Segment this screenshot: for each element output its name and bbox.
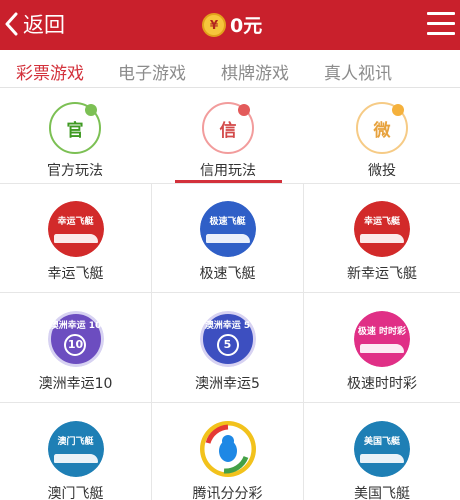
menu-button[interactable] <box>427 12 455 36</box>
game-name: 澳门飞艇 <box>47 486 104 500</box>
tab-electronic[interactable]: 电子游戏 <box>118 59 186 84</box>
tab-chess[interactable]: 棋牌游戏 <box>221 59 289 84</box>
play-mode-icon: 微 <box>356 102 408 154</box>
game-name: 极速飞艇 <box>199 266 256 282</box>
coin-icon: ¥ <box>202 12 226 37</box>
game-row: 澳洲幸运 10 10 澳洲幸运10 澳洲幸运 5 5 澳洲幸运5 极速 时时彩极速时时彩 <box>0 293 460 403</box>
game-tile[interactable]: 幸运飞艇 新幸运飞艇 <box>304 183 460 292</box>
game-tile[interactable]: 澳门飞艇 澳门飞艇 <box>0 403 152 500</box>
game-name: 幸运飞艇 <box>47 266 104 282</box>
play-mode-label: 信用玩法 <box>200 163 256 179</box>
game-name: 澳洲幸运5 <box>195 376 260 392</box>
ball-5-icon: 澳洲幸运 55 <box>199 311 256 367</box>
balance-display: ¥ 0元 <box>202 11 262 38</box>
tab-lottery[interactable]: 彩票游戏 <box>16 59 84 84</box>
game-name: 腾讯分分彩 <box>192 486 263 500</box>
tab-live[interactable]: 真人视讯 <box>324 59 392 84</box>
game-row: 澳门飞艇 澳门飞艇 腾讯分分彩 美国飞艇 美国飞艇 <box>0 403 460 500</box>
play-modes: 官官方玩法信信用玩法微微投 <box>0 88 460 184</box>
game-name: 新幸运飞艇 <box>347 266 417 282</box>
game-row: 幸运飞艇 幸运飞艇 极速飞艇 极速飞艇 幸运飞艇 新幸运飞艇 <box>0 183 460 293</box>
game-tile[interactable]: 美国飞艇 美国飞艇 <box>304 403 460 500</box>
game-tile[interactable]: 极速飞艇 极速飞艇 <box>152 183 304 292</box>
boat-red-new-icon: 幸运飞艇 <box>354 201 410 257</box>
play-mode-1[interactable]: 信信用玩法 <box>168 102 288 180</box>
boat-usa-icon: 美国飞艇 <box>354 421 410 477</box>
play-mode-label: 官方玩法 <box>47 163 103 179</box>
boat-red-icon: 幸运飞艇 <box>47 201 104 257</box>
back-label: 返回 <box>23 13 65 37</box>
game-tile[interactable]: 腾讯分分彩 <box>152 403 304 500</box>
lottery-pink-icon: 极速 时时彩 <box>354 311 410 367</box>
play-mode-icon: 信 <box>202 102 254 154</box>
game-tile[interactable]: 澳洲幸运 10 10 澳洲幸运10 <box>0 293 152 402</box>
play-mode-icon: 官 <box>49 102 101 154</box>
category-tabs: 彩票游戏 电子游戏 棋牌游戏 真人视讯 <box>0 50 460 88</box>
ball-10-icon: 澳洲幸运 10 10 <box>47 311 104 367</box>
chevron-left-icon <box>5 12 18 36</box>
top-bar: 返回 ¥ 0元 <box>0 0 460 50</box>
game-tile[interactable]: 幸运飞艇 幸运飞艇 <box>0 183 152 292</box>
boat-macau-icon: 澳门飞艇 <box>47 421 104 477</box>
boat-blue-icon: 极速飞艇 <box>199 201 256 257</box>
play-mode-2[interactable]: 微微投 <box>322 102 442 180</box>
tencent-icon <box>199 421 256 477</box>
balance-amount: 0元 <box>230 15 263 37</box>
game-name: 极速时时彩 <box>347 376 417 392</box>
hamburger-icon <box>427 12 455 15</box>
play-mode-label: 微投 <box>368 163 396 179</box>
play-mode-0[interactable]: 官官方玩法 <box>15 102 135 180</box>
back-button[interactable]: 返回 <box>4 9 65 39</box>
game-tile[interactable]: 极速 时时彩极速时时彩 <box>304 293 460 402</box>
game-name: 美国飞艇 <box>354 486 410 500</box>
game-tile[interactable]: 澳洲幸运 5 5 澳洲幸运5 <box>152 293 304 402</box>
game-name: 澳洲幸运10 <box>38 376 113 392</box>
game-grid: 幸运飞艇 幸运飞艇 极速飞艇 极速飞艇 幸运飞艇 新幸运飞艇 澳洲幸运 10 10 澳洲幸运10… <box>0 183 460 500</box>
